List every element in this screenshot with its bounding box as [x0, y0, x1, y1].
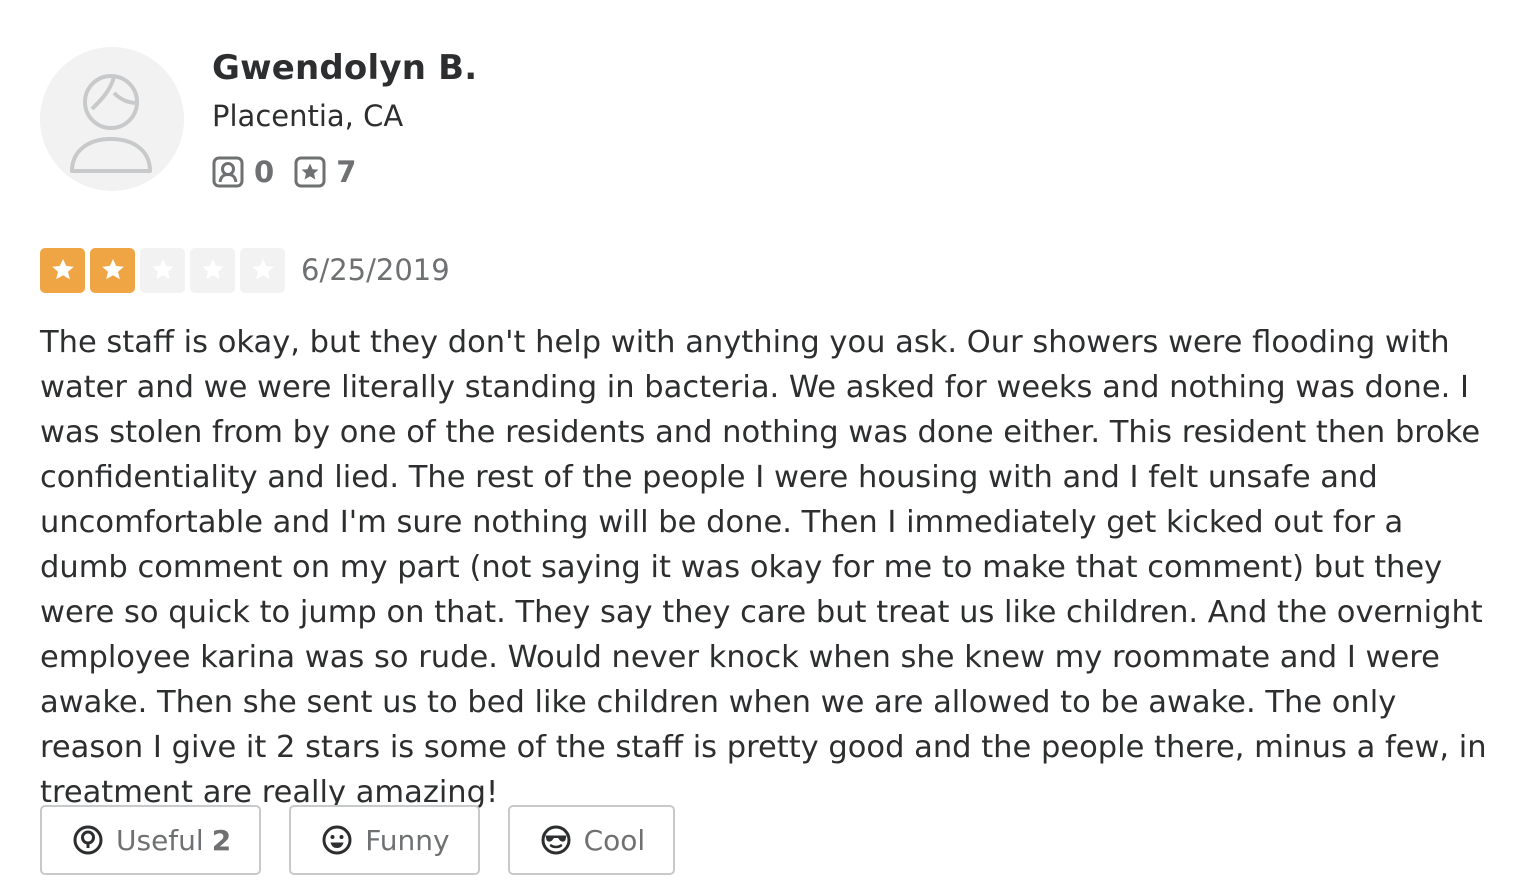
- useful-count: 2: [211, 823, 232, 857]
- star-filled-icon: [40, 247, 85, 293]
- funny-label: Funny: [365, 823, 450, 857]
- funny-button[interactable]: Funny: [289, 805, 480, 875]
- star-icon: [101, 259, 124, 280]
- default-user-avatar-icon: [40, 47, 184, 191]
- user-location: Placentia, CA: [212, 99, 404, 133]
- star-empty-icon: [240, 247, 285, 293]
- user-avatar[interactable]: [40, 47, 184, 191]
- star-rating: [40, 247, 290, 293]
- lightbulb-icon: [73, 825, 103, 855]
- useful-button[interactable]: Useful 2: [40, 805, 262, 875]
- review-rating-row: 6/25/2019: [40, 247, 450, 293]
- friends-count: 0: [254, 155, 275, 189]
- review-star-icon: [294, 156, 326, 188]
- star-icon: [51, 259, 74, 280]
- cool-button[interactable]: Cool: [507, 805, 676, 875]
- star-icon: [201, 259, 224, 280]
- friends-stat: 0: [212, 155, 274, 189]
- useful-label: Useful: [116, 823, 204, 857]
- review-reactions: Useful 2 Funny Cool: [40, 805, 703, 875]
- star-filled-icon: [90, 247, 135, 293]
- cool-label: Cool: [583, 823, 646, 857]
- star-icon: [151, 259, 174, 280]
- user-name[interactable]: Gwendolyn B.: [212, 48, 477, 88]
- reviews-stat: 7: [294, 155, 356, 189]
- friends-icon: [212, 156, 244, 188]
- star-icon: [251, 259, 274, 280]
- user-stats: 0 7: [212, 154, 376, 190]
- review-date: 6/25/2019: [301, 253, 450, 287]
- smile-icon: [322, 825, 352, 855]
- review-text: The staff is okay, but they don't help w…: [40, 325, 1487, 810]
- star-empty-icon: [190, 247, 235, 293]
- star-empty-icon: [140, 247, 185, 293]
- reviews-count: 7: [336, 155, 357, 189]
- sunglasses-icon: [541, 825, 571, 855]
